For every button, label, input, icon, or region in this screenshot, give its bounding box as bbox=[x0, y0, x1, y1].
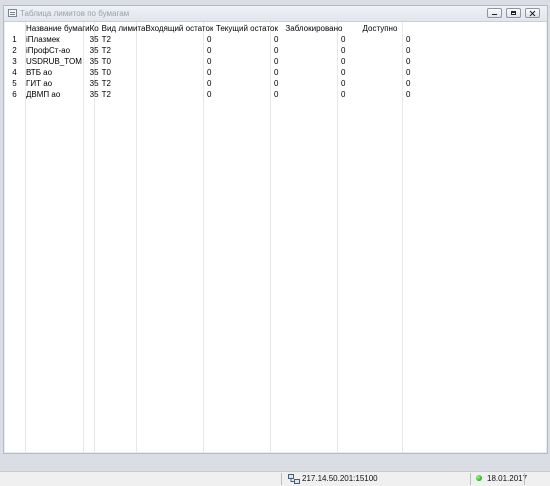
current-balance-cell: 0 bbox=[274, 79, 279, 88]
security-name-cell: ДВМП ао bbox=[26, 90, 61, 99]
current-balance-cell: 0 bbox=[274, 35, 279, 44]
current-balance-cell: 0 bbox=[274, 46, 279, 55]
available-cell: 0 bbox=[406, 57, 411, 66]
column-header-blocked[interactable]: Заблокировано bbox=[280, 23, 347, 34]
blocked-cell: 0 bbox=[341, 46, 346, 55]
current-balance-cell: 0 bbox=[274, 57, 279, 66]
column-header-opening-balance[interactable]: Входящий остаток bbox=[145, 23, 213, 34]
table-row[interactable]: 5 ГИТ ао 35 T2 0 0 0 0 bbox=[4, 78, 412, 89]
blocked-cell: 0 bbox=[341, 90, 346, 99]
securities-limits-window: Таблица лимитов по бумагам Название бума… bbox=[3, 5, 548, 454]
opening-balance-cell: 0 bbox=[207, 90, 212, 99]
column-header-available[interactable]: Доступно bbox=[347, 23, 412, 34]
close-icon[interactable] bbox=[525, 8, 540, 18]
available-cell: 0 bbox=[406, 90, 411, 99]
table-header-row: Название бумаги Ко Вид лимита Входящий о… bbox=[4, 23, 412, 34]
code-cell: 35 bbox=[89, 68, 99, 77]
security-name-cell: USDRUB_TOM bbox=[26, 57, 82, 66]
server-address: 217.14.50.201:15100 bbox=[302, 474, 378, 483]
available-cell: 0 bbox=[406, 79, 411, 88]
table-row[interactable]: 3 USDRUB_TOM 35 T0 0 0 0 0 bbox=[4, 56, 412, 67]
column-header-code[interactable]: Ко bbox=[90, 23, 101, 34]
status-bar: 217.14.50.201:15100 18.01.2017 bbox=[0, 471, 550, 486]
column-header-security-name[interactable]: Название бумаги bbox=[25, 23, 90, 34]
status-separator bbox=[281, 473, 282, 485]
limit-type-cell: T0 bbox=[101, 57, 111, 66]
status-separator bbox=[470, 473, 471, 485]
code-cell: 35 bbox=[89, 90, 99, 99]
opening-balance-cell: 0 bbox=[207, 57, 212, 66]
blocked-cell: 0 bbox=[341, 57, 346, 66]
table-row[interactable]: 1 iПлазмек 35 T2 0 0 0 0 bbox=[4, 34, 412, 45]
security-name-cell: ГИТ ао bbox=[26, 79, 53, 88]
code-cell: 35 bbox=[89, 79, 99, 88]
table-row[interactable]: 2 iПрофСт-ао 35 T2 0 0 0 0 bbox=[4, 45, 412, 56]
blocked-cell: 0 bbox=[341, 79, 346, 88]
table-row[interactable]: 6 ДВМП ао 35 T2 0 0 0 0 bbox=[4, 89, 412, 100]
row-index: 3 bbox=[12, 57, 17, 66]
connection-status-indicator bbox=[476, 475, 482, 481]
row-index: 4 bbox=[12, 68, 17, 77]
limit-type-cell: T2 bbox=[101, 35, 111, 44]
available-cell: 0 bbox=[406, 68, 411, 77]
security-name-cell: ВТБ ао bbox=[26, 68, 53, 77]
opening-balance-cell: 0 bbox=[207, 46, 212, 55]
limit-type-cell: T2 bbox=[101, 46, 111, 55]
opening-balance-cell: 0 bbox=[207, 68, 212, 77]
row-index: 1 bbox=[12, 35, 17, 44]
status-separator bbox=[524, 473, 525, 485]
code-cell: 35 bbox=[89, 46, 99, 55]
column-header-limit-type[interactable]: Вид лимита bbox=[101, 23, 146, 34]
row-index: 2 bbox=[12, 46, 17, 55]
available-cell: 0 bbox=[406, 35, 411, 44]
limit-type-cell: T0 bbox=[101, 68, 111, 77]
security-name-cell: iПлазмек bbox=[26, 35, 60, 44]
table-row[interactable]: 4 ВТБ ао 35 T0 0 0 0 0 bbox=[4, 67, 412, 78]
table-app-icon bbox=[8, 9, 17, 17]
opening-balance-cell: 0 bbox=[207, 35, 212, 44]
row-index: 6 bbox=[12, 90, 17, 99]
available-cell: 0 bbox=[406, 46, 411, 55]
blocked-cell: 0 bbox=[341, 68, 346, 77]
opening-balance-cell: 0 bbox=[207, 79, 212, 88]
limit-type-cell: T2 bbox=[101, 90, 111, 99]
minimize-icon[interactable] bbox=[487, 8, 502, 18]
limits-grid[interactable]: Название бумаги Ко Вид лимита Входящий о… bbox=[4, 22, 547, 453]
current-balance-cell: 0 bbox=[274, 90, 279, 99]
column-header-current-balance[interactable]: Текущий остаток bbox=[213, 23, 280, 34]
blocked-cell: 0 bbox=[341, 35, 346, 44]
limits-table: Название бумаги Ко Вид лимита Входящий о… bbox=[4, 23, 412, 100]
title-bar[interactable]: Таблица лимитов по бумагам bbox=[4, 6, 547, 22]
current-balance-cell: 0 bbox=[274, 68, 279, 77]
session-date: 18.01.2017 bbox=[487, 474, 528, 483]
limit-type-cell: T2 bbox=[101, 79, 111, 88]
maximize-icon[interactable] bbox=[506, 8, 521, 18]
window-title: Таблица лимитов по бумагам bbox=[20, 9, 130, 18]
code-cell: 35 bbox=[89, 57, 99, 66]
row-index: 5 bbox=[12, 79, 17, 88]
network-connection-icon bbox=[288, 474, 300, 484]
security-name-cell: iПрофСт-ао bbox=[26, 46, 71, 55]
column-header-index[interactable] bbox=[4, 23, 25, 34]
code-cell: 35 bbox=[89, 35, 99, 44]
